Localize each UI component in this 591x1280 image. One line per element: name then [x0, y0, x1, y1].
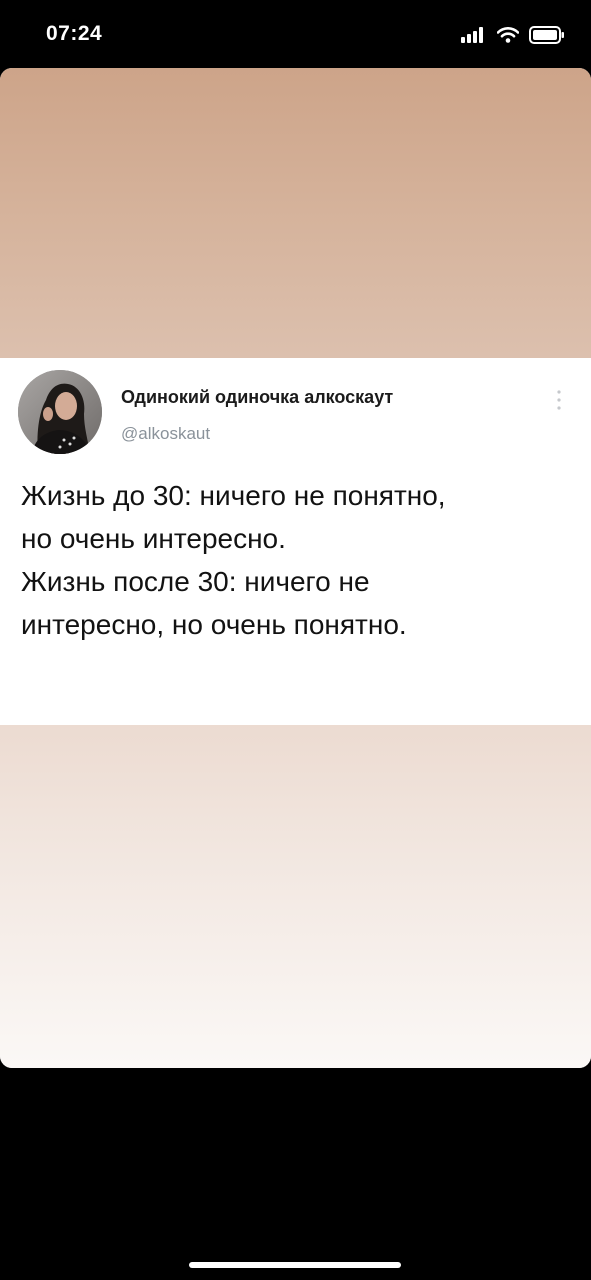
status-time: 07:24 — [46, 22, 103, 45]
home-indicator[interactable] — [189, 1262, 401, 1268]
phone-screen: 07:24 Одинокий одиночка алкоскаут @alkos… — [0, 0, 591, 1280]
tweet-text-line: Жизнь после 30: ничего не — [21, 566, 370, 597]
tweet-text: Жизнь до 30: ничего не понятно, но очень… — [21, 474, 571, 646]
tweet-card: Одинокий одиночка алкоскаут @alkoskaut Ж… — [0, 358, 591, 725]
tweet-text-line: интересно, но очень понятно. — [21, 609, 407, 640]
bottom-gradient-panel — [0, 725, 591, 1068]
avatar-photo-icon — [18, 370, 102, 454]
status-bar: 07:24 — [0, 0, 591, 68]
author-handle[interactable]: @alkoskaut — [121, 424, 210, 444]
tweet-text-line: Жизнь до 30: ничего не понятно, — [21, 480, 446, 511]
tweet-text-line: но очень интересно. — [21, 523, 286, 554]
image-card: Одинокий одиночка алкоскаут @alkoskaut Ж… — [0, 68, 591, 1068]
battery-icon — [529, 26, 565, 44]
avatar — [18, 370, 102, 454]
wifi-icon — [497, 27, 519, 43]
more-options-icon[interactable] — [552, 388, 566, 414]
top-gradient-panel — [0, 68, 591, 358]
author-name[interactable]: Одинокий одиночка алкоскаут — [121, 387, 393, 408]
status-icons — [461, 26, 565, 44]
signal-icon — [461, 27, 487, 43]
